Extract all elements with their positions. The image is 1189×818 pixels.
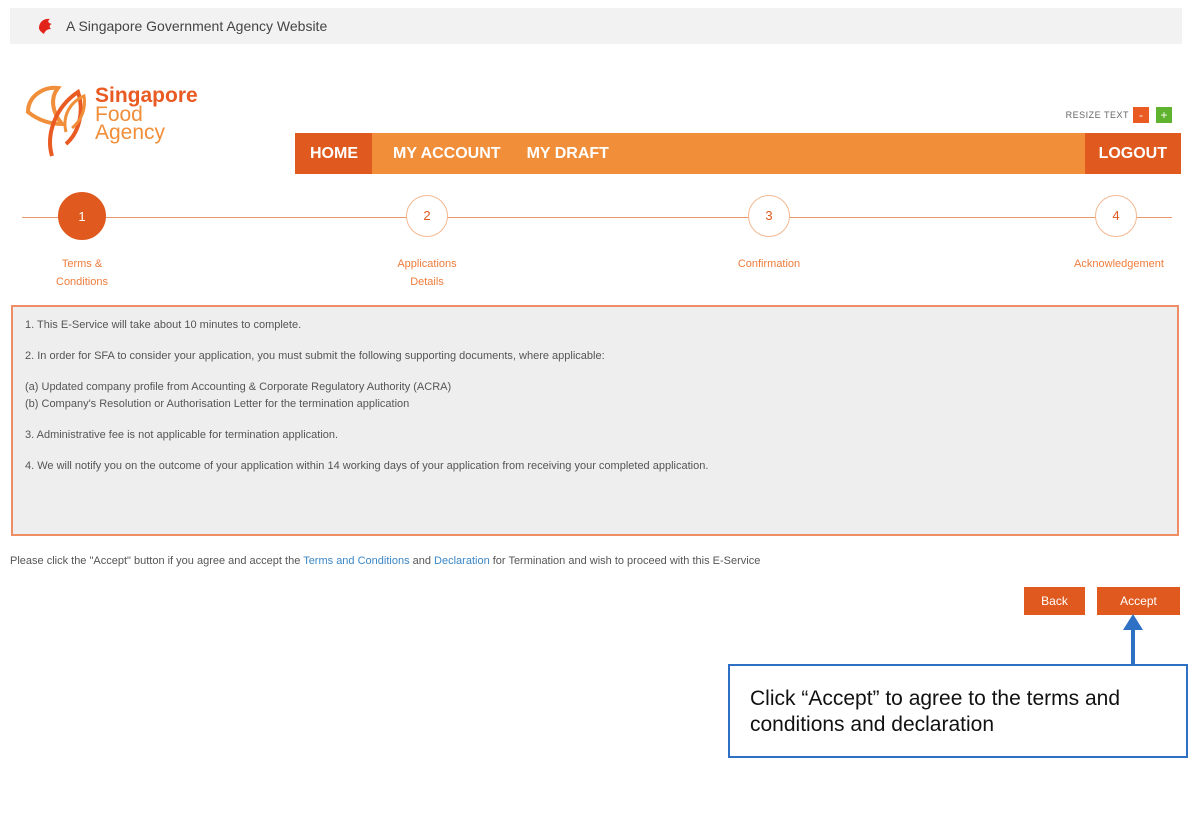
main-nav: HOME MY ACCOUNT MY DRAFT LOGOUT xyxy=(295,133,1181,174)
terms-item-2b: (b) Company's Resolution or Authorisatio… xyxy=(25,398,410,410)
increase-text-button[interactable]: + xyxy=(1156,107,1172,123)
terms-item-2a: (a) Updated company profile from Account… xyxy=(25,381,452,393)
step-1-label: Terms & Conditions xyxy=(40,255,124,291)
nav-logout[interactable]: LOGOUT xyxy=(1084,133,1181,174)
nav-my-draft[interactable]: MY DRAFT xyxy=(514,133,622,174)
nav-my-account[interactable]: MY ACCOUNT xyxy=(380,133,514,174)
progress-stepper: 1 Terms & Conditions 2 Applications Deta… xyxy=(0,192,1189,295)
terms-item-3: 3. Administrative fee is not applicable … xyxy=(25,429,339,441)
terms-box: 1. This E-Service will take about 10 min… xyxy=(11,305,1179,536)
stepper-line xyxy=(22,217,1172,218)
arrow-up-icon xyxy=(1123,614,1143,664)
terms-link[interactable]: Terms and Conditions xyxy=(303,555,409,567)
decrease-text-button[interactable]: - xyxy=(1133,107,1149,123)
back-button[interactable]: Back xyxy=(1024,587,1085,615)
step-3-circle: 3 xyxy=(748,195,790,237)
step-1-label-line2: Conditions xyxy=(56,276,108,288)
lion-head-icon xyxy=(39,18,52,34)
resize-text-label: RESIZE TEXT xyxy=(1065,110,1129,120)
accept-prompt: Please click the "Accept" button if you … xyxy=(10,555,760,567)
gov-banner-text: A Singapore Government Agency Website xyxy=(66,18,328,34)
instruction-callout: Click “Accept” to agree to the terms and… xyxy=(728,664,1188,758)
prompt-text-before: Please click the "Accept" button if you … xyxy=(10,555,304,567)
step-1-circle: 1 xyxy=(58,192,106,240)
prompt-text-after: for Termination and wish to proceed with… xyxy=(489,555,761,567)
step-2-circle: 2 xyxy=(406,195,448,237)
step-3-label: Confirmation xyxy=(737,258,801,270)
gov-banner: A Singapore Government Agency Website xyxy=(10,8,1182,44)
nav-home[interactable]: HOME xyxy=(295,133,372,174)
terms-item-4: 4. We will notify you on the outcome of … xyxy=(25,460,709,472)
sfa-leaf-icon xyxy=(25,85,86,157)
step-2-label-line2: Details xyxy=(410,276,444,288)
terms-item-1: 1. This E-Service will take about 10 min… xyxy=(25,319,302,331)
declaration-link[interactable]: Declaration xyxy=(434,555,490,567)
sfa-logo[interactable]: Singapore Food Agency xyxy=(22,72,222,164)
logo-line-3: Agency xyxy=(95,121,166,144)
step-2-label: Applications Details xyxy=(377,255,477,291)
step-4-circle: 4 xyxy=(1095,195,1137,237)
step-2-label-line1: Applications xyxy=(397,258,457,270)
prompt-text-middle: and xyxy=(409,555,435,567)
step-4-label: Acknowledgement xyxy=(1074,258,1164,270)
step-1-label-line1: Terms & xyxy=(61,258,103,270)
terms-item-2: 2. In order for SFA to consider your app… xyxy=(25,350,605,362)
accept-button[interactable]: Accept xyxy=(1097,587,1180,615)
